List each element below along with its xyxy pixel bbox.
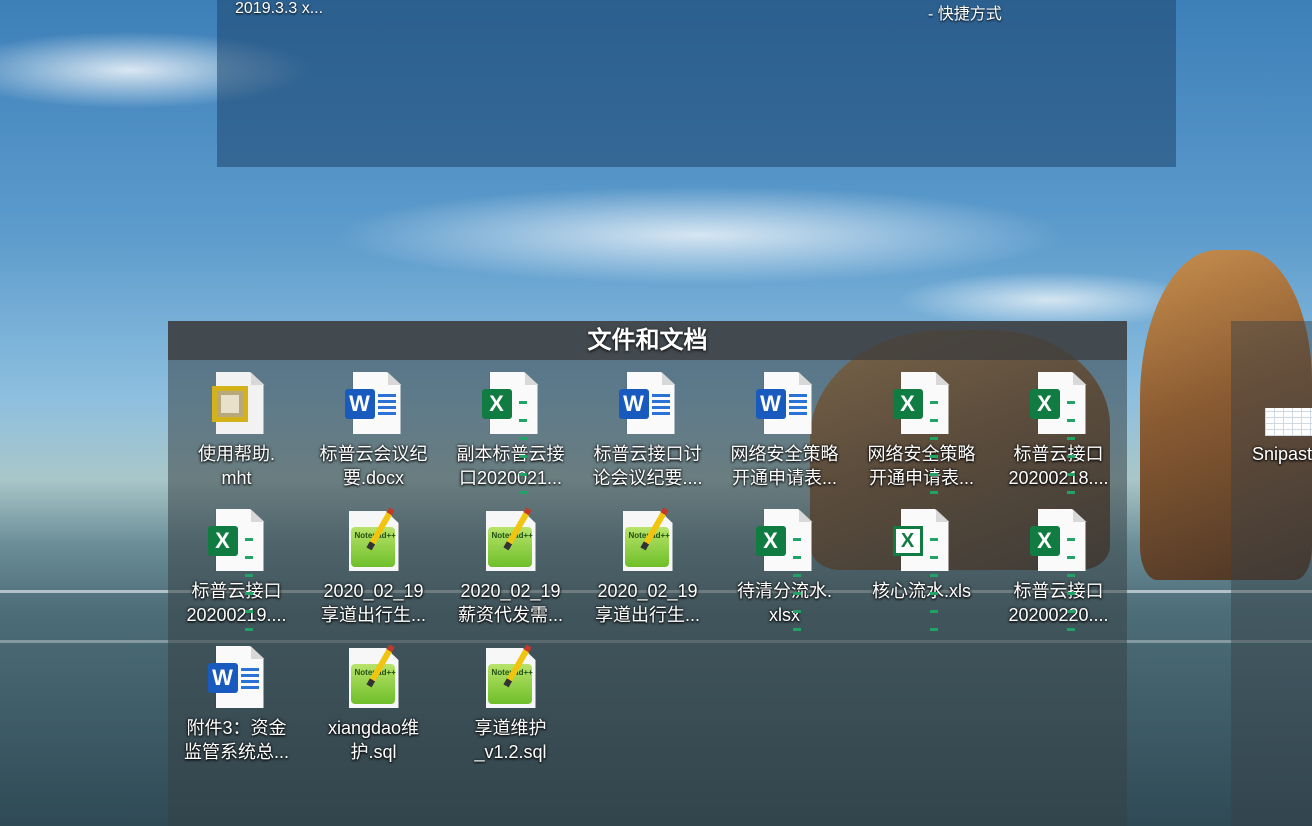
desktop-file-item[interactable]: Notepad++ 享道维护 _v1.2.sql: [442, 634, 579, 766]
file-label-line-2: 20200219....: [186, 605, 287, 625]
excel-spreadsheet-icon: X: [481, 372, 540, 494]
file-label-line-2: 监管系统总...: [183, 742, 289, 762]
desktop-file-item[interactable]: X 标普云接口 20200218....: [990, 360, 1127, 494]
desktop-file-item[interactable]: W 网络安全策略 开通申请表...: [716, 360, 853, 492]
desktop-file-item[interactable]: Notepad++ xiangdao维护.sql: [305, 634, 442, 766]
file-label-line-1: xiangdao维: [327, 718, 420, 738]
file-label-line-1: 使用帮助.: [197, 444, 275, 464]
file-label-line-2: 口2020021...: [458, 468, 563, 488]
desktop-file-item[interactable]: W 标普云会议纪 要.docx: [305, 360, 442, 492]
notepad-plus-plus-icon: Notepad++: [619, 507, 677, 573]
word-document-icon: W: [618, 372, 677, 436]
desktop-file-item[interactable]: 使用帮助. mht: [168, 360, 305, 492]
desktop-file-item[interactable]: W 附件3：资金 监管系统总...: [168, 634, 305, 766]
file-label-line-1: 2020_02_19: [323, 581, 424, 601]
excel-spreadsheet-icon: X: [755, 509, 814, 631]
file-label-line-1: 待清分流水.: [736, 581, 832, 601]
file-label-line-1: 副本标普云接: [456, 444, 565, 464]
files-documents-fence[interactable]: 文件和文档 使用帮助. mht W 标普云会议纪 要.docx X 副本标普云接 口20200…: [168, 321, 1127, 826]
desktop-file-item[interactable]: Notepad++ 2020_02_19 享道出行生...: [579, 497, 716, 629]
excel-legacy-icon: X: [892, 509, 951, 631]
file-label-line-2: 开通申请表...: [868, 468, 974, 488]
file-label-line-2: 享道出行生...: [320, 605, 426, 625]
desktop-file-item[interactable]: W 标普云接口讨 论会议纪要....: [579, 360, 716, 492]
desktop-file-item[interactable]: X 副本标普云接 口2020021...: [442, 360, 579, 494]
file-label-line-1: 标普云接口: [1013, 444, 1104, 464]
fence-title[interactable]: 文件和文档: [168, 321, 1127, 360]
excel-spreadsheet-icon: X: [1029, 372, 1088, 494]
file-label-line-2: mht: [221, 468, 252, 488]
file-label-line-2: 享道出行生...: [594, 605, 700, 625]
file-label-line-1: 标普云会议纪: [319, 444, 428, 464]
file-label-line-2: xlsx: [769, 605, 800, 625]
file-label-line-2: _v1.2.sql: [474, 742, 547, 762]
file-label-line-1: 标普云接口讨: [593, 444, 702, 464]
notepad-plus-plus-icon: Notepad++: [345, 644, 403, 710]
word-document-icon: W: [344, 372, 403, 436]
notepad-plus-plus-icon: Notepad++: [482, 644, 540, 710]
file-label-line-1: 网络安全策略: [867, 444, 976, 464]
file-label-line-2: 护.sql: [350, 742, 397, 762]
excel-spreadsheet-icon: X: [892, 372, 951, 494]
file-label-line-2: 开通申请表...: [731, 468, 837, 488]
desktop-file-item[interactable]: X 网络安全策略 开通申请表...: [853, 360, 990, 494]
file-label-line-2: 要.docx: [342, 468, 405, 488]
top-fence-item-label-right[interactable]: - 快捷方式: [928, 0, 1002, 24]
file-label-line-1: 享道维护: [474, 718, 547, 738]
desktop-file-item[interactable]: Notepad++ 2020_02_19 薪资代发需...: [442, 497, 579, 629]
excel-spreadsheet-icon: X: [207, 509, 266, 631]
snipaste-label[interactable]: Snipast: [1252, 444, 1312, 465]
top-fence-item-label-left[interactable]: 2019.3.3 x...: [235, 0, 323, 18]
file-label-line-2: 20200218....: [1008, 468, 1109, 488]
word-document-icon: W: [755, 372, 814, 436]
file-label-line-1: 2020_02_19: [460, 581, 561, 601]
notepad-plus-plus-icon: Notepad++: [345, 507, 403, 573]
file-label-line-1: 标普云接口: [191, 581, 282, 601]
notepad-plus-plus-icon: Notepad++: [482, 507, 540, 573]
file-label-line-2: 20200220....: [1008, 605, 1109, 625]
mht-web-archive-icon: [208, 372, 266, 436]
file-label-line-1: 附件3：资金: [186, 718, 287, 738]
desktop-file-item[interactable]: Notepad++ 2020_02_19 享道出行生...: [305, 497, 442, 629]
file-label-line-1: 2020_02_19: [597, 581, 698, 601]
desktop-file-item[interactable]: X 标普云接口 20200220....: [990, 497, 1127, 631]
word-document-icon: W: [207, 646, 266, 710]
desktop-file-item[interactable]: X 标普云接口 20200219....: [168, 497, 305, 631]
file-label-line-1: 核心流水.xls: [872, 581, 971, 601]
desktop-file-item[interactable]: X 待清分流水. xlsx: [716, 497, 853, 631]
excel-spreadsheet-icon: X: [1029, 509, 1088, 631]
desktop-file-item[interactable]: X 核心流水.xls: [853, 497, 990, 631]
file-label-line-1: 标普云接口: [1013, 581, 1104, 601]
file-label-line-1: 网络安全策略: [730, 444, 839, 464]
right-fence: [1231, 321, 1312, 826]
snipaste-icon[interactable]: [1265, 408, 1312, 436]
file-label-line-2: 薪资代发需...: [457, 605, 563, 625]
top-fence: 2019.3.3 x... - 快捷方式: [217, 0, 1176, 167]
file-label-line-2: 论会议纪要....: [592, 468, 703, 488]
